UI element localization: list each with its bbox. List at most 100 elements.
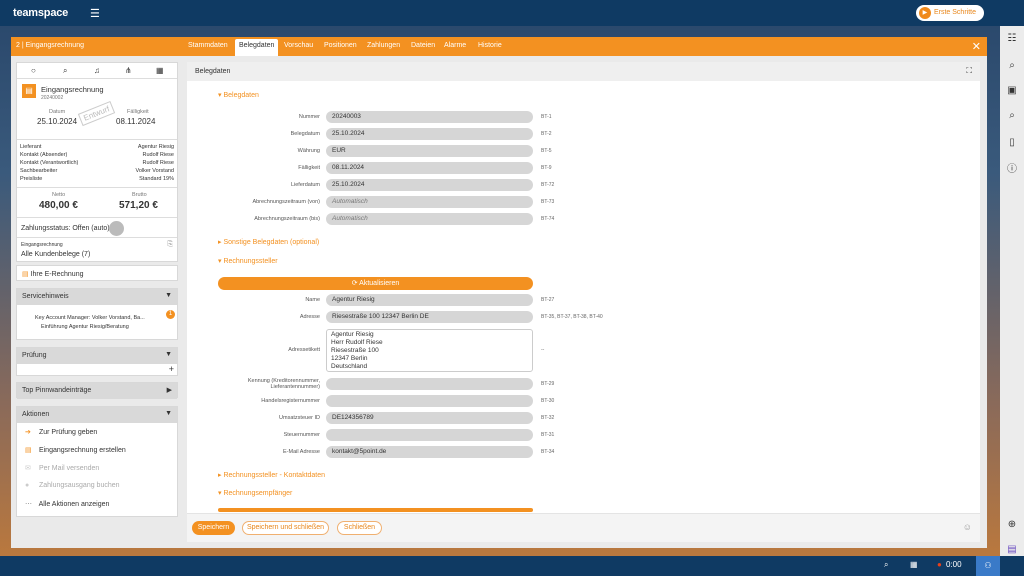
tab-alarme[interactable]: Alarme xyxy=(444,42,466,49)
steuernummer-input[interactable] xyxy=(326,429,533,441)
aktualisieren-button[interactable]: ⟳ Aktualisieren xyxy=(218,277,533,290)
ust-id-input[interactable]: DE124356789 xyxy=(326,412,533,424)
bt-code: BT-72 xyxy=(541,182,555,188)
email-input[interactable]: kontakt@5point.de xyxy=(326,446,533,458)
app-logo[interactable]: teamspace xyxy=(13,7,68,19)
detail-value[interactable]: Rudolf Riese xyxy=(143,159,175,167)
mail-icon: ✉ xyxy=(25,465,31,472)
close-button[interactable]: Schließen xyxy=(337,521,382,535)
contacts-icon[interactable]: ☷ xyxy=(1005,32,1019,46)
action-zur-pruefung[interactable]: ➔ Zur Prüfung geben xyxy=(25,428,97,436)
service-link[interactable]: Einführung Agentur Riesig/Beratung xyxy=(35,324,171,330)
detail-label: Kontakt (Absender) xyxy=(20,152,68,158)
field-label: Belegdatum xyxy=(290,131,320,137)
grid-icon[interactable]: ▦ xyxy=(910,560,918,569)
add-icon[interactable]: ⊕ xyxy=(1005,518,1019,532)
section-rechnungssteller[interactable]: ▾ Rechnungssteller xyxy=(218,257,278,265)
actions-header[interactable]: Aktionen ▼ xyxy=(17,407,177,423)
e-rechnung-link[interactable]: ▤ Ihre E-Rechnung xyxy=(16,265,178,281)
payment-status: Zahlungsstatus: Offen (auto) xyxy=(17,217,177,237)
field-label: Umsatzsteuer ID xyxy=(279,415,320,421)
user-icon[interactable]: ⚇ xyxy=(976,556,1000,576)
belegdatum-input[interactable]: 25.10.2024 xyxy=(326,128,533,140)
phone-icon[interactable]: ▯ xyxy=(1005,136,1019,150)
kennung-input[interactable] xyxy=(326,378,533,390)
tab-dateien[interactable]: Dateien xyxy=(411,42,435,49)
menu-icon[interactable]: ☰ xyxy=(90,7,100,20)
steller-name-input[interactable]: Agentur Riesig xyxy=(326,294,533,306)
tab-positionen[interactable]: Positionen xyxy=(324,42,357,49)
nummer-input[interactable]: 20240003 xyxy=(326,111,533,123)
section-sonstige[interactable]: ▸ Sonstige Belegdaten (optional) xyxy=(218,238,319,246)
add-icon[interactable]: + xyxy=(169,364,174,374)
more-icon: ⋯ xyxy=(25,501,32,508)
section-kontaktdaten[interactable]: ▸ Rechnungssteller - Kontaktdaten xyxy=(218,471,325,479)
detail-value[interactable]: Agentur Riesig xyxy=(138,143,174,151)
lieferdatum-input[interactable]: 25.10.2024 xyxy=(326,179,533,191)
info-icon[interactable]: ⓘ xyxy=(1005,163,1019,177)
tab-stammdaten[interactable]: Stammdaten xyxy=(188,42,228,49)
faelligkeit-input[interactable]: 08.11.2024 xyxy=(326,162,533,174)
pinnwand-header[interactable]: Top Pinnwandeinträge ▶ xyxy=(17,383,177,399)
close-icon[interactable]: ✕ xyxy=(972,40,981,53)
summary-details: Lieferant Agentur Riesig Kontakt (Absende… xyxy=(17,139,177,183)
detail-label: Preisliste xyxy=(20,176,43,182)
tab-belegdaten[interactable]: Belegdaten xyxy=(235,39,279,56)
action-alle-anzeigen[interactable]: ⋯ Alle Aktionen anzeigen xyxy=(25,500,109,508)
bt-code: BT-73 xyxy=(541,199,555,205)
top-bar: teamspace ☰ ▶ Erste Schritte xyxy=(0,0,1024,26)
detail-label: Kontakt (Verantwortlich) xyxy=(20,160,79,166)
document-window: 2 | Eingangsrechnung Stammdaten Belegdat… xyxy=(11,37,987,548)
zeitraum-von-input[interactable]: Automatisch xyxy=(326,196,533,208)
detail-value[interactable]: Volker Vorstand xyxy=(135,167,174,175)
share-icon[interactable]: ⋔ xyxy=(125,66,132,75)
chat-icon[interactable]: ▤ xyxy=(1005,543,1019,557)
bell-icon[interactable]: ♫ xyxy=(94,66,100,75)
copy-icon[interactable]: ⎘ xyxy=(167,241,173,249)
search-icon[interactable]: ⌕ xyxy=(1005,59,1019,73)
field-label: Adresse xyxy=(299,314,320,320)
document-icon[interactable]: ▣ xyxy=(1005,84,1019,98)
record-icon[interactable]: ● xyxy=(937,560,942,569)
tab-vorschau[interactable]: Vorschau xyxy=(284,42,313,49)
grid-icon[interactable]: ▦ xyxy=(156,66,164,75)
field-label: Abrechnungszeitraum (von) xyxy=(252,199,320,205)
summary-toolbar: ○ ⌕ ♫ ⋔ ▦ xyxy=(17,63,177,79)
address-label-textarea[interactable]: Agentur Riesig Herr Rudolf Riese Riesest… xyxy=(326,329,533,372)
invoice-icon: ▤ xyxy=(22,84,36,98)
chevron-down-icon: ▼ xyxy=(165,292,172,299)
search-icon[interactable]: ⌕ xyxy=(63,66,67,76)
tab-zahlungen[interactable]: Zahlungen xyxy=(367,42,400,49)
action-zahlungsausgang[interactable]: ● Zahlungsausgang buchen xyxy=(25,482,120,489)
field-label: Fälligkeit xyxy=(298,165,320,171)
section-rechnungsempfaenger[interactable]: ▾ Rechnungsempfänger xyxy=(218,489,292,497)
section-belegdaten[interactable]: ▾ Belegdaten xyxy=(218,91,259,99)
timer-display: 0:00 xyxy=(946,560,962,569)
save-close-button[interactable]: Speichern und schließen xyxy=(242,521,329,535)
expand-icon[interactable]: ⛶ xyxy=(966,66,972,76)
zeitraum-bis-input[interactable]: Automatisch xyxy=(326,213,533,225)
detail-value[interactable]: Rudolf Riese xyxy=(143,151,175,159)
summary-head: ▤ Eingangsrechnung 20240002 Datum 25.10.… xyxy=(17,79,177,139)
tab-historie[interactable]: Historie xyxy=(478,42,502,49)
category-value[interactable]: Alle Kundenbelege (7) xyxy=(21,251,90,258)
notification-badge: 1 xyxy=(166,310,175,319)
zoom-icon[interactable]: ⌕ xyxy=(1005,109,1019,123)
field-label: Abrechnungszeitraum (bis) xyxy=(254,216,320,222)
detail-label: Sachbearbeiter xyxy=(20,168,58,174)
play-icon: ▶ xyxy=(918,7,931,19)
waehrung-select[interactable]: EUR xyxy=(326,145,533,157)
bt-code: BT-2 xyxy=(541,131,552,137)
circle-icon[interactable]: ○ xyxy=(31,66,36,75)
save-button[interactable]: Speichern xyxy=(192,521,235,535)
action-per-mail[interactable]: ✉ Per Mail versenden xyxy=(25,464,99,472)
service-header[interactable]: Servicehinweis ▼ xyxy=(17,289,177,305)
pruefung-header[interactable]: Prüfung ▼ xyxy=(17,348,177,364)
search-icon[interactable]: ⌕ xyxy=(884,560,888,570)
user-icon[interactable]: ☺ xyxy=(963,522,972,532)
status-indicator xyxy=(109,221,124,236)
steller-address-input[interactable]: Riesestraße 100 12347 Berlin DE xyxy=(326,311,533,323)
action-eingangsrechnung[interactable]: ▤ Eingangsrechnung erstellen xyxy=(25,446,126,454)
handelsregister-input[interactable] xyxy=(326,395,533,407)
erste-schritte-button[interactable]: ▶ Erste Schritte xyxy=(915,5,984,21)
